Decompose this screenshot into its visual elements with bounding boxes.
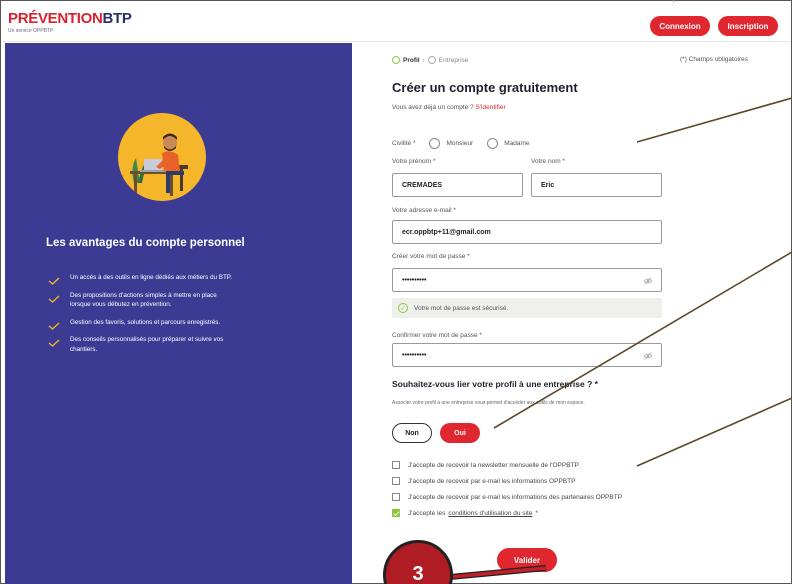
step-entreprise[interactable]: Entreprise	[439, 57, 469, 64]
nom-label: Votre nom *	[531, 158, 565, 165]
partners-label: J'accepte de recevoir par e-mail les inf…	[408, 493, 623, 501]
check-icon	[48, 277, 60, 285]
advantages-title: Les avantages du compte personnel	[46, 237, 245, 249]
login-link[interactable]: S'identifier	[475, 104, 505, 111]
terms-prefix: J'accepte les	[408, 509, 446, 517]
form-title: Créer un compte gratuitement	[392, 80, 578, 95]
madame-label: Madame	[504, 140, 530, 147]
advantage-item: Gestion des favoris, solutions et parcou…	[48, 318, 238, 330]
terms-checkbox[interactable]	[392, 509, 400, 517]
newsletter-label: J'accepte de recevoir la newsletter mens…	[408, 461, 579, 469]
madame-radio[interactable]	[487, 138, 499, 149]
step-separator: ›	[422, 56, 425, 64]
confirm-password-field[interactable]: ••••••••••	[392, 343, 662, 367]
info-oppbtp-checkbox[interactable]	[392, 477, 400, 485]
valider-button[interactable]: Valider	[497, 548, 557, 572]
logo-subtitle: Un service OPPBTP	[8, 28, 54, 34]
newsletter-checkbox[interactable]	[392, 461, 400, 469]
prenom-field[interactable]: CREMADES	[392, 173, 523, 197]
worker-illustration	[118, 113, 206, 201]
terms-required-mark: *	[535, 509, 538, 517]
password-value: ••••••••••	[402, 276, 427, 284]
info-oppbtp-checkbox-row[interactable]: J'accepte de recevoir par e-mail les inf…	[392, 477, 575, 485]
partners-checkbox-row[interactable]: J'accepte de recevoir par e-mail les inf…	[392, 493, 622, 501]
step-profil[interactable]: Profil	[403, 57, 420, 64]
advantage-item: Des conseils personnalisés pour préparer…	[48, 335, 238, 354]
oui-button[interactable]: Oui	[440, 423, 480, 443]
advantage-text: Un accès à des outils en ligne dédiés au…	[70, 274, 232, 281]
civilite-row: Civilité * Monsieur Madame	[392, 138, 530, 149]
advantage-item: Des propositions d'actions simples à met…	[48, 291, 238, 310]
advantage-text: Des conseils personnalisés pour préparer…	[70, 336, 224, 353]
advantage-text: Gestion des favoris, solutions et parcou…	[70, 318, 221, 326]
confirm-password-value: ••••••••••	[402, 351, 427, 359]
login-prefix: Vous avez déjà un compte ?	[392, 104, 474, 111]
logo-suffix: BTP	[102, 10, 132, 27]
password-secure-message: ✓ Votre mot de passe est sécurisé.	[392, 298, 662, 318]
secure-text: Votre mot de passe est sécurisé.	[414, 304, 509, 312]
advantages-list: Un accès à des outils en ligne dédiés au…	[48, 273, 238, 362]
non-button[interactable]: Non	[392, 423, 432, 443]
eye-slash-icon[interactable]	[643, 276, 653, 286]
inscription-button[interactable]: Inscription	[718, 16, 778, 36]
check-icon	[48, 339, 60, 347]
email-field[interactable]: ecr.oppbtp+11@gmail.com	[392, 220, 662, 244]
advantage-text: Des propositions d'actions simples à met…	[70, 291, 217, 309]
email-label: Votre adresse e-mail *	[392, 207, 456, 214]
partners-checkbox[interactable]	[392, 493, 400, 501]
required-fields-note: (*) Champs obligatoires	[680, 56, 748, 63]
company-link-description: Associer votre profil à une entreprise v…	[392, 400, 585, 406]
password-field[interactable]: ••••••••••	[392, 268, 662, 292]
civilite-label: Civilité *	[392, 140, 416, 147]
prenom-label: Votre prénom *	[392, 158, 436, 165]
login-prompt: Vous avez déjà un compte ? S'identifier	[392, 104, 506, 111]
top-header: PRÉVENTIONBTP Un service OPPBTP Connexio…	[2, 2, 790, 42]
terms-checkbox-row[interactable]: J'accepte les conditions d'utilisation d…	[392, 509, 538, 517]
check-icon	[48, 322, 60, 330]
terms-link[interactable]: conditions d'utilisation du site	[448, 510, 532, 517]
info-oppbtp-label: J'accepte de recevoir par e-mail les inf…	[408, 477, 576, 485]
logo[interactable]: PRÉVENTIONBTP Un service OPPBTP	[8, 10, 132, 34]
eye-slash-icon[interactable]	[643, 351, 653, 361]
company-link-question: Souhaitez-vous lier votre profil à une e…	[392, 379, 598, 389]
step-active-icon	[392, 56, 400, 64]
advantage-item: Un accès à des outils en ligne dédiés au…	[48, 273, 238, 285]
steps-breadcrumb: Profil › Entreprise	[392, 56, 468, 64]
logo-prefix: PRÉVENTION	[8, 10, 103, 27]
monsieur-label: Monsieur	[446, 140, 474, 147]
check-circle-icon: ✓	[398, 303, 408, 313]
newsletter-checkbox-row[interactable]: J'accepte de recevoir la newsletter mens…	[392, 461, 579, 469]
check-icon	[48, 295, 60, 303]
nom-field[interactable]: Eric	[531, 173, 662, 197]
monsieur-radio[interactable]	[429, 138, 441, 149]
confirm-password-label: Confirmer votre mot de passe *	[392, 332, 482, 339]
connexion-button[interactable]: Connexion	[650, 16, 710, 36]
step-inactive-icon	[427, 56, 436, 64]
advantages-panel: Les avantages du compte personnel Un acc…	[5, 43, 352, 584]
password-label: Créer votre mot de passe *	[392, 253, 470, 260]
